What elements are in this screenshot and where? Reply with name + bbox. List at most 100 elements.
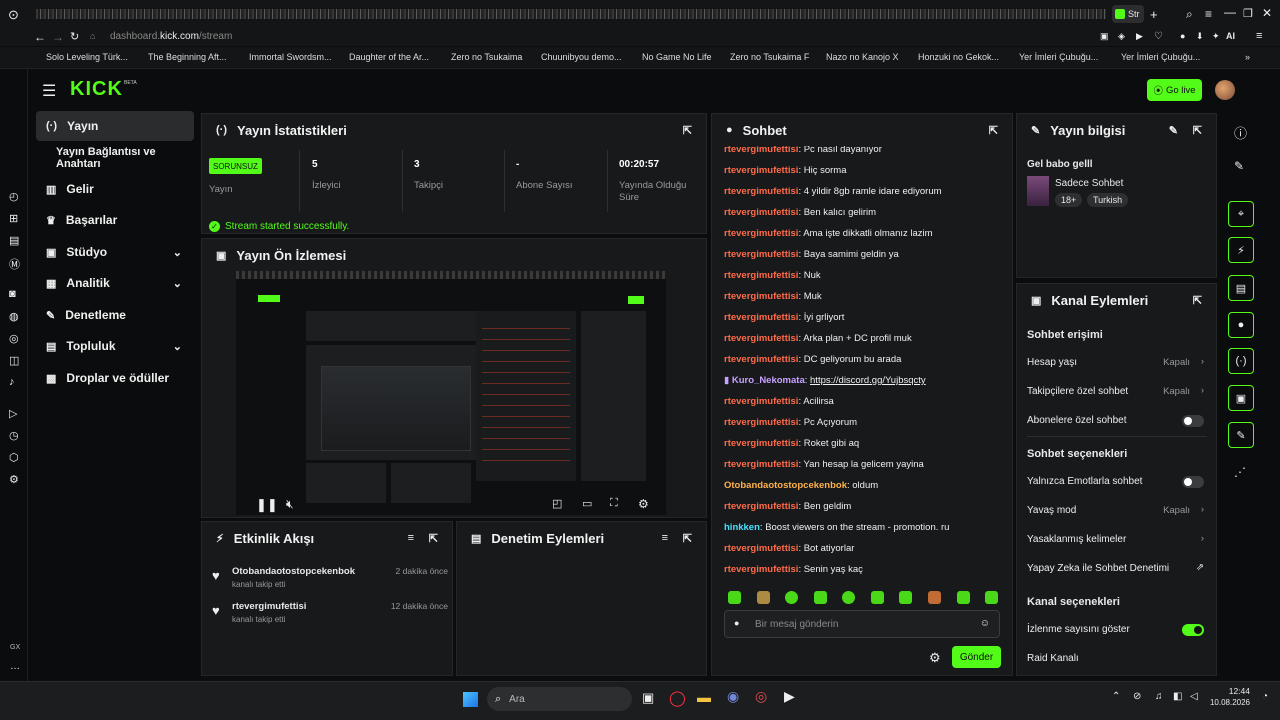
followers-only-row[interactable]: Takipçilere özel sohbet Kapalı ›: [1017, 383, 1216, 401]
ai-moderation-row[interactable]: Yapay Zeka ile Sohbet Denetimi ⇗: [1017, 560, 1216, 578]
settings-icon[interactable]: ⚙: [929, 650, 941, 666]
sidebar-item-basarilar[interactable]: ♛ Başarılar: [36, 205, 194, 235]
bookmark-item[interactable]: Chuunibyou demo...: [541, 52, 622, 62]
chat-username[interactable]: rtevergimufettisi: [724, 543, 798, 554]
bookmark-item[interactable]: Honzuki no Gekok...: [918, 52, 999, 62]
popout-icon[interactable]: ⇱: [989, 124, 998, 137]
history-icon[interactable]: ◴: [9, 190, 19, 203]
url-field[interactable]: dashboard.kick.com/stream: [110, 31, 232, 42]
chat-username[interactable]: rtevergimufettisi: [724, 228, 798, 239]
reload-icon[interactable]: ↻: [70, 30, 79, 43]
emote-icon[interactable]: [957, 591, 970, 604]
clock-date[interactable]: 10.08.2026: [1205, 698, 1250, 707]
theater-icon[interactable]: ▭: [582, 497, 592, 510]
sidebar-item-stream-key[interactable]: Yayın Bağlantısı ve Anahtarı: [36, 143, 194, 173]
emote-icon[interactable]: [928, 591, 941, 604]
emote-icon[interactable]: [871, 591, 884, 604]
pip-icon[interactable]: ◰: [552, 497, 562, 510]
file-explorer-icon[interactable]: ▬: [697, 689, 711, 705]
chat-username[interactable]: rtevergimufettisi: [724, 564, 798, 575]
chat-username[interactable]: hinkken: [724, 522, 760, 533]
download-icon[interactable]: ⬇: [1196, 31, 1204, 42]
discord-icon[interactable]: ◉: [727, 688, 739, 705]
new-tab-icon[interactable]: +: [1150, 7, 1158, 22]
active-tab[interactable]: Str: [1112, 5, 1144, 23]
chat-username[interactable]: rtevergimufettisi: [724, 291, 798, 302]
show-viewers-toggle[interactable]: [1182, 624, 1204, 636]
chat-username[interactable]: rtevergimufettisi: [724, 270, 798, 281]
bookmarks-overflow-icon[interactable]: »: [1245, 52, 1250, 62]
emote-icon[interactable]: [785, 591, 798, 604]
bookmark-item[interactable]: The Beginning Aft...: [148, 52, 227, 62]
bookmark-item[interactable]: Daughter of the Ar...: [349, 52, 429, 62]
extension-icon[interactable]: ✦: [1212, 31, 1220, 42]
gear-icon[interactable]: ⚙: [638, 497, 649, 511]
raid-row[interactable]: Raid Kanalı: [1017, 650, 1216, 668]
camera-icon[interactable]: ▣: [1100, 31, 1109, 42]
account-icon[interactable]: ●: [1180, 31, 1185, 41]
tab-list[interactable]: [36, 9, 1106, 19]
account-age-row[interactable]: Hesap yaşı Kapalı ›: [1017, 354, 1216, 372]
chat-username[interactable]: rtevergimufettisi: [724, 438, 798, 449]
activity-user[interactable]: Otobandaotostopcekenbok: [232, 566, 355, 577]
forward-icon[interactable]: →: [52, 30, 64, 44]
cube-icon[interactable]: ⬡: [9, 451, 19, 464]
chat-username[interactable]: rtevergimufettisi: [724, 501, 798, 512]
play-icon[interactable]: ▶: [1136, 31, 1143, 42]
volume-icon[interactable]: ◁: [1190, 691, 1198, 702]
stream-preview-video[interactable]: ❚❚ 🔇︎ ◰ ▭ ⛶ ⚙: [236, 271, 666, 515]
player-icon[interactable]: ▷: [9, 407, 17, 420]
pause-icon[interactable]: ❚❚: [256, 497, 278, 513]
close-icon[interactable]: ✕: [1262, 6, 1272, 20]
bookmark-item[interactable]: No Game No Life: [642, 52, 712, 62]
notification-icon[interactable]: ◔: [1262, 691, 1268, 702]
microphone-icon[interactable]: ♫: [1155, 691, 1163, 702]
chat-text[interactable]: https://discord.gg/Yujbsqcty: [810, 375, 926, 386]
settings-icon[interactable]: ⚙: [9, 473, 19, 486]
bookmark-item[interactable]: Yer İmleri Çubuğu...: [1019, 52, 1098, 62]
emote-icon[interactable]: [985, 591, 998, 604]
category-name[interactable]: Sadece Sohbet: [1055, 178, 1123, 189]
ai-button[interactable]: AI: [1226, 31, 1235, 41]
emote-icon[interactable]: [842, 591, 855, 604]
chat-username[interactable]: rtevergimufettisi: [724, 312, 798, 323]
sidebar-item-analitik[interactable]: ▦ Analitik ⌄: [36, 268, 194, 298]
emote-only-toggle[interactable]: [1182, 476, 1204, 488]
messenger-icon[interactable]: Ⓜ: [9, 256, 20, 272]
chat-username[interactable]: rtevergimufettisi: [724, 186, 798, 197]
emote-icon[interactable]: [899, 591, 912, 604]
network-icon[interactable]: ◧: [1173, 691, 1182, 702]
bookmark-item[interactable]: Nazo no Kanojo X: [826, 52, 899, 62]
banned-words-row[interactable]: Yasaklanmış kelimeler ›: [1017, 531, 1216, 549]
bookmark-item[interactable]: Solo Leveling Türk...: [46, 52, 128, 62]
sidebar-item-studyo[interactable]: ▣ Stüdyo ⌄: [36, 237, 194, 267]
whatsapp-icon[interactable]: ◍: [9, 310, 19, 323]
document-icon[interactable]: ▤: [1228, 275, 1254, 301]
clock-time[interactable]: 12:44: [1210, 686, 1250, 696]
twitch-icon[interactable]: ◙: [9, 288, 16, 300]
back-icon[interactable]: ←: [34, 30, 46, 44]
popout-icon[interactable]: ⇱: [1193, 124, 1202, 137]
sidebar-item-denetleme[interactable]: ✎ Denetleme: [36, 300, 194, 330]
target-icon[interactable]: ⌖: [1228, 201, 1254, 227]
bookmark-item[interactable]: Immortal Swordsm...: [249, 52, 332, 62]
popout-icon[interactable]: ⇱: [683, 124, 692, 137]
opera-gx-icon[interactable]: ◯: [669, 689, 686, 707]
mute-icon[interactable]: 🔇︎: [286, 497, 294, 512]
go-live-button[interactable]: ⦿ Go live: [1147, 79, 1202, 101]
fullscreen-icon[interactable]: ⛶: [610, 497, 618, 510]
bookmark-item[interactable]: Yer İmleri Çubuğu...: [1121, 52, 1200, 62]
share-icon[interactable]: ⋰: [1234, 465, 1246, 479]
actions-icon[interactable]: ▣: [1228, 385, 1254, 411]
tag-badge[interactable]: Turkish: [1087, 193, 1129, 207]
filter-icon[interactable]: ≡: [408, 532, 414, 544]
chat-username[interactable]: Kuro_Nekomata: [732, 375, 805, 386]
chat-username[interactable]: rtevergimufettisi: [724, 396, 798, 407]
emote-icon[interactable]: [814, 591, 827, 604]
more-menu-icon[interactable]: ≡: [1256, 30, 1262, 42]
popout-icon[interactable]: ⇱: [683, 532, 692, 545]
pencil-icon[interactable]: ✎: [1234, 159, 1244, 173]
avatar[interactable]: [1215, 80, 1235, 100]
chat-bubble-icon[interactable]: ●: [1228, 312, 1254, 338]
chat-username[interactable]: rtevergimufettisi: [724, 165, 798, 176]
